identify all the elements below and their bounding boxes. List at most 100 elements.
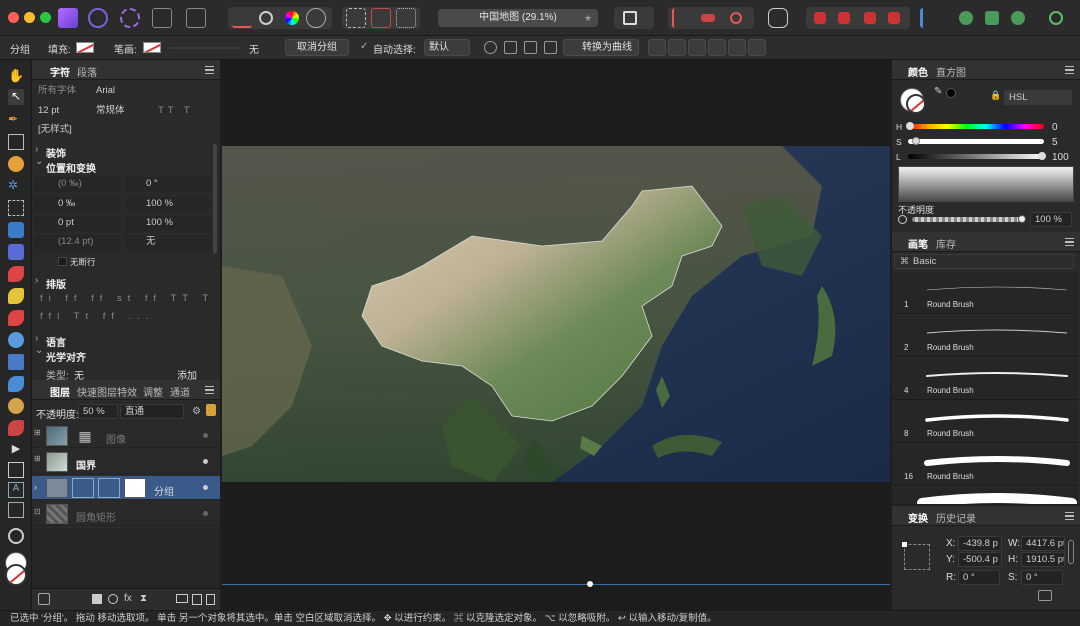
transform-origin-icon[interactable] — [484, 41, 497, 54]
brush-item[interactable]: 8 Round Brush — [892, 401, 1078, 443]
brush-item[interactable]: 16 Round Brush — [892, 444, 1078, 486]
style-preset-dropdown[interactable]: [无样式] — [34, 123, 216, 138]
opacity-field[interactable]: 100 % — [1030, 212, 1072, 227]
tab-channels[interactable]: 通道 — [170, 384, 190, 399]
share-icon[interactable] — [152, 8, 172, 28]
add-layer-icon[interactable] — [192, 594, 202, 605]
color-spectrum-box[interactable] — [898, 166, 1074, 202]
table-tool-icon[interactable] — [8, 502, 24, 518]
mask-icon[interactable] — [1011, 11, 1025, 25]
assistant-icon[interactable] — [768, 8, 788, 28]
trash-icon[interactable] — [206, 594, 215, 605]
rotation-field[interactable]: 0 ° — [958, 570, 1000, 585]
minimize-window-button[interactable] — [24, 12, 35, 23]
tab-quick-fx[interactable]: 快速图层特效 — [77, 384, 137, 399]
arrange-icon[interactable] — [920, 8, 940, 28]
w-field[interactable]: 4417.6 pt — [1021, 536, 1065, 551]
close-window-button[interactable] — [8, 12, 19, 23]
font-size-field[interactable]: 12 pt — [34, 104, 90, 119]
panel-menu-icon[interactable] — [205, 66, 214, 74]
saturation-slider[interactable] — [908, 139, 1044, 144]
tab-brushes[interactable]: 画笔 — [908, 236, 928, 251]
stroke-width-slider[interactable] — [170, 47, 242, 49]
hue-slider[interactable] — [908, 124, 1044, 129]
align-grid-icon[interactable] — [524, 41, 537, 54]
link-proportions-icon[interactable] — [1068, 540, 1074, 564]
tab-adjustments[interactable]: 调整 — [143, 384, 163, 399]
visibility-dot[interactable] — [203, 433, 208, 438]
brush-item-partial[interactable] — [892, 487, 1078, 504]
baseline-field[interactable]: 0 pt — [34, 216, 120, 231]
place-image-icon[interactable] — [186, 8, 206, 28]
distribute-icon[interactable] — [544, 41, 557, 54]
crop-tool-icon[interactable] — [8, 134, 24, 150]
tab-layers[interactable]: 图层 — [50, 384, 70, 399]
anchor-selector[interactable] — [904, 544, 930, 570]
blend-mode-dropdown[interactable]: 直通 — [120, 404, 184, 419]
typography-buttons-row2[interactable]: ffl Tt ff ... — [36, 310, 212, 325]
kerning-field[interactable]: 0 ‰ — [34, 197, 120, 212]
position-transform-section[interactable]: 位置和变换 — [35, 156, 96, 175]
eyedropper-icon[interactable]: ✎ — [934, 86, 942, 97]
stroke-color-circle[interactable] — [906, 94, 926, 114]
group-icon[interactable] — [959, 11, 973, 25]
align-top-icon[interactable] — [708, 39, 726, 56]
no-break-checkbox[interactable] — [58, 257, 67, 266]
saturation-slider-handle[interactable] — [912, 137, 920, 145]
transform-options-icon[interactable] — [1038, 590, 1052, 601]
font-style-dropdown[interactable]: 常规体 — [92, 104, 150, 119]
align-center-icon[interactable] — [668, 39, 686, 56]
export-persona-icon[interactable] — [120, 8, 140, 28]
decoration-section[interactable]: 装饰 — [35, 144, 66, 160]
font-family-field[interactable]: Arial — [92, 84, 216, 99]
horizontal-scale-field[interactable]: 100 % — [126, 216, 210, 231]
shear-transform-field[interactable]: 0 ° — [1021, 570, 1063, 585]
pencil-tool-icon[interactable] — [8, 266, 24, 282]
expand-icon[interactable]: ⊞ — [34, 454, 41, 463]
text-style-icons[interactable]: TT T — [154, 104, 214, 119]
layer-opacity-field[interactable]: 50 % — [78, 404, 118, 419]
smudge-tool-icon[interactable] — [8, 376, 24, 392]
hand-tool-icon[interactable]: ✋ — [8, 68, 24, 84]
rectangle-tool-icon[interactable] — [8, 462, 24, 478]
lock-icon[interactable]: 🔒 — [990, 90, 1001, 101]
align-left-icon[interactable] — [648, 39, 666, 56]
typography-buttons-row1[interactable]: fi ff ff st ff TT Tt — [36, 292, 212, 307]
tab-color[interactable]: 颜色 — [908, 64, 928, 79]
expand-icon[interactable]: ⊞ — [34, 428, 41, 437]
selection-handle[interactable] — [587, 581, 593, 587]
blur-tool-icon[interactable] — [8, 398, 24, 414]
align-icon[interactable] — [672, 8, 692, 28]
anchor-point[interactable] — [902, 542, 907, 547]
convert-to-curves-button[interactable]: 转换为曲线 — [563, 39, 639, 56]
color-panel-menu-icon[interactable] — [1065, 66, 1074, 74]
lock-icon[interactable] — [206, 404, 216, 416]
move-tool-icon[interactable]: ↖ — [8, 89, 24, 105]
pixel-persona-icon[interactable] — [88, 8, 108, 28]
canvas-area[interactable] — [222, 60, 890, 610]
x-field[interactable]: -439.8 p — [958, 536, 1002, 551]
stamp-tool-icon[interactable] — [8, 354, 24, 370]
bounding-box-icon[interactable] — [504, 41, 517, 54]
chart-mode-icon[interactable] — [232, 8, 252, 28]
transform-menu-icon[interactable] — [1065, 512, 1074, 520]
hourglass-icon[interactable]: ⧗ — [140, 593, 147, 604]
font-collection-dropdown[interactable]: 所有字体 — [34, 84, 90, 99]
visibility-dot[interactable] — [203, 459, 208, 464]
black-swatch[interactable] — [946, 88, 956, 98]
text-tool-icon[interactable]: A — [8, 482, 24, 498]
hue-value[interactable]: 0 — [1052, 122, 1058, 133]
brush-item[interactable]: 4 Round Brush — [892, 358, 1078, 400]
vector-brush-tool-icon[interactable] — [8, 288, 24, 304]
folder-icon[interactable] — [176, 594, 188, 603]
magic-wand-icon[interactable]: ✲ — [8, 178, 24, 194]
h-field[interactable]: 1910.5 pt — [1021, 552, 1065, 567]
rotate-icon[interactable] — [730, 12, 742, 24]
hue-slider-handle[interactable] — [906, 122, 914, 130]
stroke-swatch[interactable] — [143, 42, 161, 53]
expand-icon[interactable]: ⊡ — [34, 507, 41, 516]
lightness-slider-handle[interactable] — [1038, 152, 1046, 160]
erase-tool-icon[interactable] — [8, 420, 24, 436]
tab-transform[interactable]: 变换 — [908, 510, 928, 525]
node-tool-icon[interactable]: ✒ — [8, 112, 24, 128]
